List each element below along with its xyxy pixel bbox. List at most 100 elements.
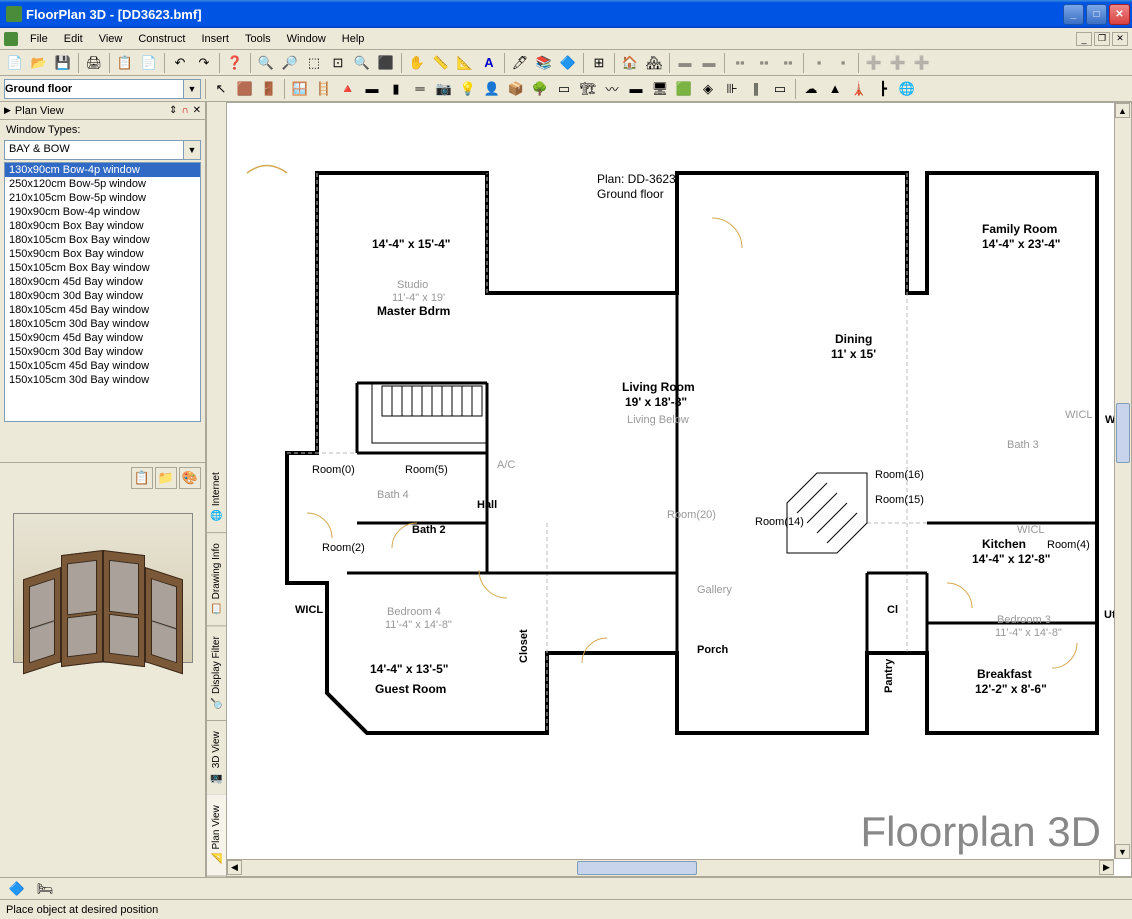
menu-help[interactable]: Help xyxy=(334,31,373,47)
preview-folder-button[interactable]: 📁 xyxy=(155,467,177,489)
pan-button[interactable]: ✋ xyxy=(406,52,428,74)
landscape-tool[interactable]: 🌳 xyxy=(529,78,551,100)
align4-button[interactable]: ▪▪ xyxy=(753,52,775,74)
minimize-button[interactable]: _ xyxy=(1063,4,1084,25)
pin-icon[interactable]: ⇕ xyxy=(169,105,177,116)
roof-tool[interactable]: 🔺 xyxy=(337,78,359,100)
tab-plan-view[interactable]: 📐Plan View xyxy=(207,795,226,877)
measure-button[interactable]: 📏 xyxy=(430,52,452,74)
zoom-fit-button[interactable]: ⊡ xyxy=(327,52,349,74)
snap2-button[interactable]: 🏘 xyxy=(643,52,665,74)
tab-internet[interactable]: 🌐Internet xyxy=(207,462,226,533)
help-button[interactable]: ❓ xyxy=(224,52,246,74)
mdi-minimize[interactable]: _ xyxy=(1076,32,1092,46)
floor-select-dropdown[interactable]: ▼ xyxy=(184,79,201,99)
beam-tool[interactable]: ═ xyxy=(409,78,431,100)
list-item[interactable]: 180x90cm 30d Bay window xyxy=(5,289,200,303)
panel-collapse-icon[interactable]: ▶ xyxy=(4,105,11,116)
list-item[interactable]: 190x90cm Bow-4p window xyxy=(5,205,200,219)
window-type-list[interactable]: 130x90cm Bow-4p window250x120cm Bow-5p w… xyxy=(4,162,201,422)
zoom-prev-button[interactable]: 🔍 xyxy=(351,52,373,74)
menu-edit[interactable]: Edit xyxy=(56,31,91,47)
view1-button[interactable]: ☁ xyxy=(800,78,822,100)
layers-button[interactable]: 📚 xyxy=(533,52,555,74)
new-button[interactable]: 📄 xyxy=(4,52,26,74)
zoom-window-button[interactable]: ⬚ xyxy=(303,52,325,74)
type-select-dropdown[interactable]: ▼ xyxy=(184,140,201,160)
redo-button[interactable]: ↷ xyxy=(193,52,215,74)
text-button[interactable]: A xyxy=(478,52,500,74)
furniture-tool[interactable]: 🟩 xyxy=(673,78,695,100)
group3-button[interactable]: ➕ xyxy=(911,52,933,74)
appliance-tool[interactable]: ◈ xyxy=(697,78,719,100)
list-item[interactable]: 150x90cm 30d Bay window xyxy=(5,345,200,359)
stair-tool[interactable]: 🪜 xyxy=(313,78,335,100)
mdi-close[interactable]: ✕ xyxy=(1112,32,1128,46)
align6-button[interactable]: ▪ xyxy=(808,52,830,74)
panel-close-icon[interactable]: ✕ xyxy=(193,105,201,116)
menu-construct[interactable]: Construct xyxy=(130,31,193,47)
maximize-button[interactable]: □ xyxy=(1086,4,1107,25)
magnet-icon[interactable]: ∩ xyxy=(181,105,188,116)
view3-button[interactable]: 🗼 xyxy=(848,78,870,100)
window-tool[interactable]: 🪟 xyxy=(289,78,311,100)
scroll-thumb-h[interactable] xyxy=(577,861,697,875)
list-item[interactable]: 180x90cm Box Bay window xyxy=(5,219,200,233)
list-item[interactable]: 180x105cm Box Bay window xyxy=(5,233,200,247)
path-tool[interactable]: 〰 xyxy=(601,78,623,100)
floor-tool[interactable]: ▬ xyxy=(361,78,383,100)
type-select[interactable]: BAY & BOW xyxy=(4,140,184,160)
mdi-restore[interactable]: ❐ xyxy=(1094,32,1110,46)
scroll-thumb-v[interactable] xyxy=(1116,403,1130,463)
save-button[interactable]: 💾 xyxy=(52,52,74,74)
menu-insert[interactable]: Insert xyxy=(193,31,237,47)
scrollbar-horizontal[interactable]: ◀ ▶ xyxy=(227,859,1114,876)
tab-3d-view[interactable]: 📷3D View xyxy=(207,721,226,795)
list-item[interactable]: 180x90cm 45d Bay window xyxy=(5,275,200,289)
scroll-left-arrow[interactable]: ◀ xyxy=(227,860,242,875)
view2-button[interactable]: ▲ xyxy=(824,78,846,100)
list-item[interactable]: 150x105cm Box Bay window xyxy=(5,261,200,275)
render-button[interactable]: 🔷 xyxy=(557,52,579,74)
print-button[interactable]: 🖨 xyxy=(83,52,105,74)
list-item[interactable]: 150x105cm 30d Bay window xyxy=(5,373,200,387)
ceiling-tool[interactable]: ▬ xyxy=(625,78,647,100)
rail-tool[interactable]: ∥ xyxy=(745,78,767,100)
wizard-button[interactable]: 🖊 xyxy=(509,52,531,74)
menu-window[interactable]: Window xyxy=(279,31,334,47)
zoom-in-button[interactable]: 🔍 xyxy=(255,52,277,74)
floor-select[interactable] xyxy=(4,79,184,99)
preview-props-button[interactable]: 📋 xyxy=(131,467,153,489)
fence1-tool[interactable]: 🏗 xyxy=(577,78,599,100)
scroll-right-arrow[interactable]: ▶ xyxy=(1099,860,1114,875)
menu-view[interactable]: View xyxy=(91,31,131,47)
globe-button[interactable]: 🌐 xyxy=(896,78,918,100)
list-item[interactable]: 210x105cm Bow-5p window xyxy=(5,191,200,205)
align3-button[interactable]: ▪▪ xyxy=(729,52,751,74)
tab-drawing-info[interactable]: 📋Drawing Info xyxy=(207,533,226,626)
dimension-button[interactable]: 📐 xyxy=(454,52,476,74)
door-tool[interactable]: 🚪 xyxy=(258,78,280,100)
bottom-tool2[interactable]: 🛏 xyxy=(34,878,56,900)
align2-button[interactable]: ▬ xyxy=(698,52,720,74)
zoom-out-button[interactable]: 🔎 xyxy=(279,52,301,74)
grid-button[interactable]: ⊞ xyxy=(588,52,610,74)
scroll-up-arrow[interactable]: ▲ xyxy=(1115,103,1130,118)
scrollbar-vertical[interactable]: ▲ ▼ xyxy=(1114,103,1131,859)
paste-button[interactable]: 📄 xyxy=(138,52,160,74)
list-item[interactable]: 250x120cm Bow-5p window xyxy=(5,177,200,191)
close-button[interactable]: ✕ xyxy=(1109,4,1130,25)
align5-button[interactable]: ▪▪ xyxy=(777,52,799,74)
camera-tool[interactable]: 📷 xyxy=(433,78,455,100)
scroll-down-arrow[interactable]: ▼ xyxy=(1115,844,1130,859)
light-tool[interactable]: 💡 xyxy=(457,78,479,100)
deck-tool[interactable]: ▭ xyxy=(553,78,575,100)
fence-tool[interactable]: ⊪ xyxy=(721,78,743,100)
list-item[interactable]: 180x105cm 30d Bay window xyxy=(5,317,200,331)
align1-button[interactable]: ▬ xyxy=(674,52,696,74)
group1-button[interactable]: ➕ xyxy=(863,52,885,74)
list-item[interactable]: 180x105cm 45d Bay window xyxy=(5,303,200,317)
menu-tools[interactable]: Tools xyxy=(237,31,279,47)
select-tool[interactable]: ↖ xyxy=(210,78,232,100)
list-item[interactable]: 130x90cm Bow-4p window xyxy=(5,163,200,177)
